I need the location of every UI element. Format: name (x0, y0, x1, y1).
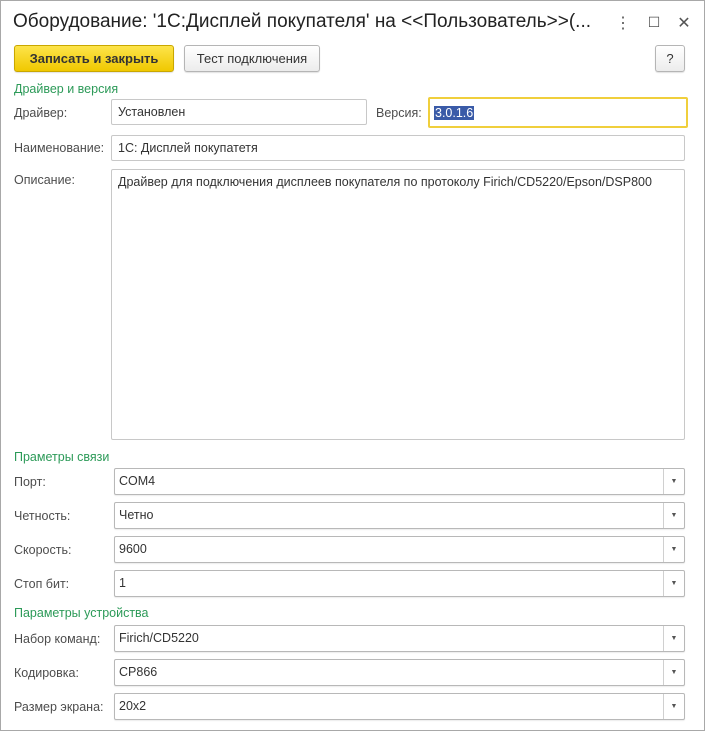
close-icon[interactable]: ✕ (676, 13, 692, 33)
parity-select[interactable]: Четно ▼ (114, 502, 685, 529)
speed-label: Скорость: (14, 543, 72, 557)
parity-label: Четность: (14, 509, 71, 523)
version-value: 3.0.1.6 (434, 105, 475, 120)
test-connection-button[interactable]: Тест подключения (184, 45, 320, 72)
port-select[interactable]: COM4 ▼ (114, 468, 685, 495)
chevron-down-icon[interactable]: ▼ (663, 694, 684, 719)
encoding-value: CP866 (119, 665, 158, 679)
command-set-value: Firich/CD5220 (119, 631, 199, 645)
driver-field[interactable]: Установлен (111, 99, 367, 125)
chevron-down-icon[interactable]: ▼ (663, 503, 684, 528)
screen-size-select[interactable]: 20x2 ▼ (114, 693, 685, 720)
stop-bits-select[interactable]: 1 ▼ (114, 570, 685, 597)
save-and-close-button[interactable]: Записать и закрыть (14, 45, 174, 72)
chevron-down-icon[interactable]: ▼ (663, 571, 684, 596)
encoding-select[interactable]: CP866 ▼ (114, 659, 685, 686)
chevron-down-icon[interactable]: ▼ (663, 537, 684, 562)
version-label: Версия: (376, 106, 422, 120)
screen-size-value: 20x2 (119, 699, 147, 713)
name-field[interactable]: 1С: Дисплей покупатетя (111, 135, 685, 161)
section-device: Параметры устройства (14, 606, 149, 620)
name-label: Наименование: (14, 141, 105, 155)
parity-value: Четно (119, 508, 154, 522)
stop-bits-value: 1 (119, 576, 126, 590)
description-field[interactable]: Драйвер для подключения дисплеев покупат… (111, 169, 685, 440)
port-label: Порт: (14, 475, 46, 489)
more-icon[interactable]: ⋮ (615, 13, 631, 33)
command-set-select[interactable]: Firich/CD5220 ▼ (114, 625, 685, 652)
stop-bits-label: Стоп бит: (14, 577, 70, 591)
chevron-down-icon[interactable]: ▼ (663, 626, 684, 651)
maximize-icon[interactable]: ☐ (646, 14, 662, 31)
driver-label: Драйвер: (14, 106, 68, 120)
speed-select[interactable]: 9600 ▼ (114, 536, 685, 563)
help-button[interactable]: ? (655, 45, 685, 72)
command-set-label: Набор команд: (14, 632, 101, 646)
speed-value: 9600 (119, 542, 147, 556)
chevron-down-icon[interactable]: ▼ (663, 660, 684, 685)
chevron-down-icon[interactable]: ▼ (663, 469, 684, 494)
window-title: Оборудование: '1С:Дисплей покупателя' на… (13, 11, 591, 32)
version-field[interactable]: 3.0.1.6 (428, 97, 688, 128)
screen-size-label: Размер экрана: (14, 700, 104, 714)
section-connection: Праметры связи (14, 450, 110, 464)
encoding-label: Кодировка: (14, 666, 79, 680)
port-value: COM4 (119, 474, 156, 488)
description-label: Описание: (14, 173, 75, 187)
equipment-window: Оборудование: '1С:Дисплей покупателя' на… (0, 0, 705, 731)
section-driver-version: Драйвер и версия (14, 82, 119, 96)
